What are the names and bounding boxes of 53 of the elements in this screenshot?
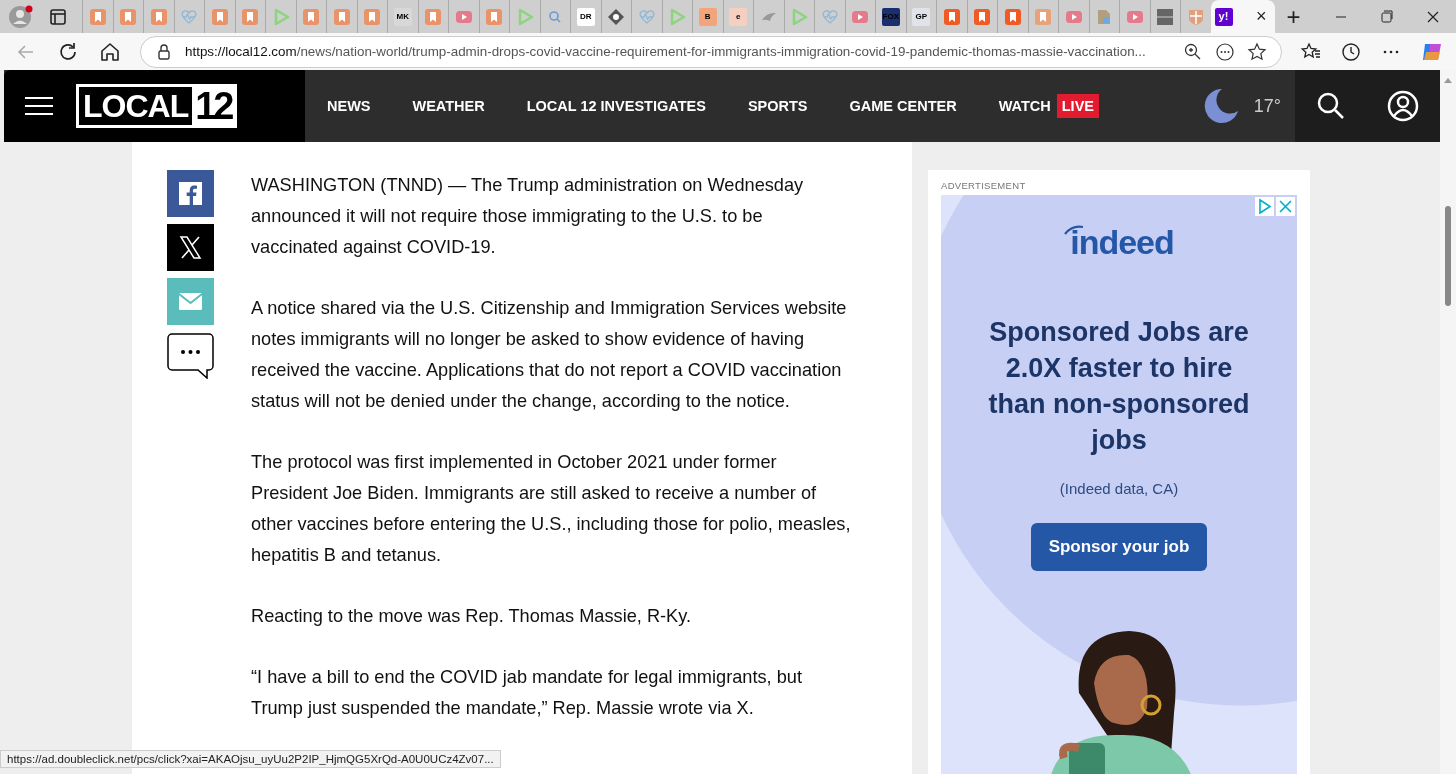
sponsor-job-button[interactable]: Sponsor your job — [1030, 523, 1208, 571]
browser-tab[interactable]: GP — [905, 0, 936, 33]
x-share-button[interactable] — [167, 224, 214, 271]
site-logo-icon: y! — [1214, 7, 1233, 26]
tab-actions-icon[interactable] — [48, 6, 68, 27]
comment-button[interactable] — [167, 332, 214, 379]
site-logo-icon: B — [698, 7, 717, 26]
article-paragraph: The protocol was first implemented in October 2021 under former President Joe Biden. Immigrants are still asked to receive a number of other vaccines before entering the U.S., including those for polio, measles, hepatitis B and tetanus. — [251, 451, 851, 567]
temperature-text: 17° — [1253, 95, 1281, 117]
article-paragraph: WASHINGTON (TNND) — The Trump administration on Wednesday announced it will not require those immigrating to the U.S. to be vaccinated against COVID-19. — [251, 174, 805, 259]
article-paragraph: “I have a bill to end the COVID jab mandate for legal immigrants, but Trump just suspended the mandate,” Rep. Massie wrote via X. — [251, 666, 803, 720]
indeed-logo: indeed — [1064, 223, 1174, 262]
ad-note: (Indeed data, CA) — [1059, 480, 1179, 497]
profile-icon[interactable] — [8, 3, 34, 30]
nav-link[interactable]: WATCH — [998, 98, 1051, 114]
browser-tab[interactable]: MK — [387, 0, 418, 33]
history-icon[interactable] — [1340, 40, 1362, 63]
nav-link[interactable]: LOCAL 12 INVESTIGATES — [526, 98, 706, 114]
account-icon[interactable] — [1387, 90, 1420, 122]
search-icon[interactable] — [1315, 91, 1346, 121]
site-logo-icon: DR — [576, 7, 595, 26]
lock-icon — [155, 42, 173, 61]
nav-link[interactable]: WEATHER — [412, 98, 485, 114]
status-url: https://ad.doubleclick.net/pcs/click?xai=AKAOjsu_uyUu2P2IP_HjmQG5XrQd-A0U0UCz4Zv07... — [0, 750, 501, 768]
close-tab-button[interactable]: × — [1252, 6, 1271, 27]
nav-link[interactable]: SPORTS — [747, 98, 808, 114]
browser-tab[interactable]: y! × — [1210, 0, 1275, 33]
browser-tab[interactable]: DR — [570, 0, 601, 33]
article-paragraph: Reacting to the move was Rep. Thomas Massie, R-Ky. — [251, 605, 693, 628]
email-share-button[interactable] — [167, 278, 214, 325]
browser-tab[interactable]: e — [722, 0, 753, 33]
live-badge[interactable]: LIVE — [1056, 94, 1099, 118]
site-logo[interactable]: LOCAL 12 — [76, 84, 238, 128]
site-logo-icon: FOX — [881, 7, 900, 26]
nav-link[interactable]: GAME CENTER — [849, 98, 957, 114]
site-logo-icon: e — [729, 7, 748, 26]
ad-label: ADVERTISEMENT — [941, 180, 1027, 191]
url-text: https://local12.com/news/nation-world/trump-admin-drops-covid-vaccine-requirement-for-immigrants-immigration-covid-19-pandemic-thomas-massie-vaccination... — [185, 44, 1147, 59]
new-tab-button[interactable]: + — [1286, 2, 1301, 31]
nav-link[interactable]: NEWS — [327, 98, 371, 114]
ad-choices-icon[interactable] — [1255, 197, 1295, 217]
ad-headline: Sponsored Jobs are 2.0X faster to hire than non-sponsored jobs — [987, 316, 1251, 457]
ad-banner[interactable]: indeed Sponsored Jobs are 2.0X faster to hire than non-sponsored jobs (Indeed data, CA) Sponsor your job — [941, 195, 1297, 774]
facebook-share-button[interactable] — [167, 170, 214, 217]
more-icon[interactable] — [1215, 41, 1235, 62]
zoom-icon[interactable] — [1183, 41, 1203, 62]
article-paragraph: A notice shared via the U.S. Citizenship and Immigration Services website notes immigrants will no longer be asked to show evidence of having received the vaccine. Applications that do not report a COVID vaccination status will not be denied under the change, according to the notice. — [251, 297, 848, 413]
browser-tab[interactable]: B — [692, 0, 723, 33]
address-field[interactable]: https://local12.com/news/nation-world/trump-admin-drops-covid-vaccine-requirement-for-immigrants-immigration-covid-19-pandemic-thomas-massie-vaccination... — [140, 35, 1282, 68]
site-logo-icon: MK — [393, 7, 412, 26]
site-logo-icon: GP — [912, 7, 931, 26]
menu-icon[interactable] — [24, 95, 54, 117]
favorite-star-icon[interactable] — [1247, 41, 1267, 62]
